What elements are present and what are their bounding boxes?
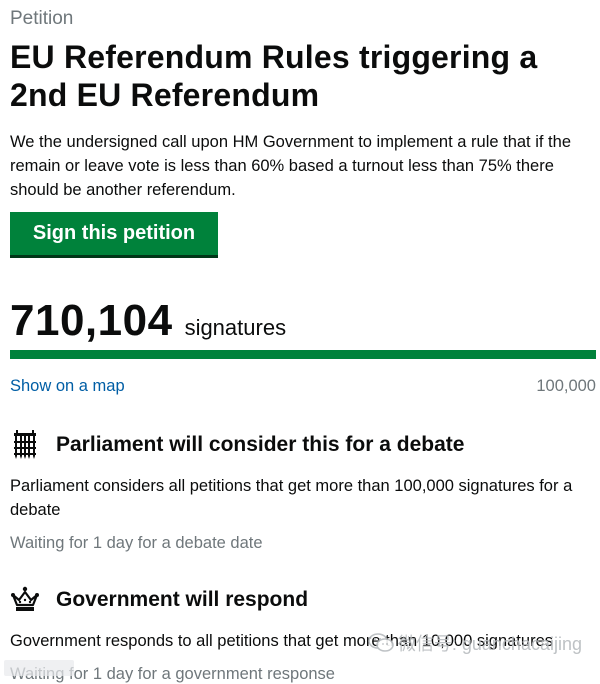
portcullis-icon bbox=[14, 430, 36, 459]
page-kicker: Petition bbox=[10, 8, 74, 29]
debate-step-status: Waiting for 1 day for a debate date bbox=[10, 534, 263, 552]
signature-threshold: 100,000 bbox=[536, 377, 596, 395]
wechat-icon bbox=[368, 633, 394, 652]
petition-title: EU Referendum Rules triggering a 2nd EU … bbox=[10, 39, 538, 113]
debate-step-title: Parliament will consider this for a deba… bbox=[56, 433, 465, 456]
sign-petition-button[interactable]: Sign this petition bbox=[10, 212, 218, 258]
show-on-map-link[interactable]: Show on a map bbox=[10, 377, 125, 396]
debate-step-body: Parliament considers all petitions that … bbox=[10, 477, 573, 519]
corner-logo-watermark bbox=[4, 660, 74, 676]
signature-count: 710,104 signatures bbox=[10, 296, 286, 346]
government-step-title: Government will respond bbox=[56, 588, 309, 611]
wechat-watermark: 微信号: guanchacaijing bbox=[368, 630, 582, 656]
signature-count-label: signatures bbox=[184, 315, 287, 340]
signature-progress-bar bbox=[10, 350, 596, 359]
watermark-text: 微信号: guanchacaijing bbox=[397, 634, 582, 654]
petition-description: We the undersigned call upon HM Governme… bbox=[10, 133, 571, 199]
government-step-status: Waiting for 1 day for a government respo… bbox=[10, 665, 335, 683]
signature-count-number: 710,104 bbox=[10, 296, 173, 345]
crown-icon bbox=[11, 586, 39, 611]
signature-progress-fill bbox=[10, 350, 596, 359]
debate-step: Parliament will consider this for a deba… bbox=[10, 430, 596, 553]
